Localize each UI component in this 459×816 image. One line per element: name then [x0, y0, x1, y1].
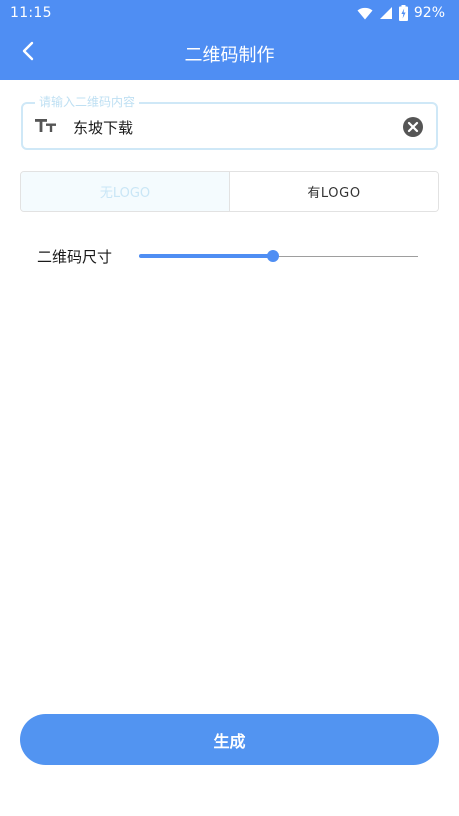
status-bar: 11:15 92%: [0, 0, 459, 26]
qr-maker-screen: 11:15 92% 二维码制作 请输入二维码内容 东坡下载 无LOGO 有LOG…: [0, 0, 459, 816]
slider-thumb[interactable]: [266, 250, 279, 262]
bottom-edge: [0, 812, 459, 816]
status-icons: 92%: [357, 4, 445, 22]
generate-button[interactable]: 生成: [20, 714, 439, 765]
status-time: 11:15: [10, 5, 52, 21]
app-bar: 二维码制作: [0, 26, 459, 80]
no-logo-option[interactable]: 无LOGO: [21, 172, 230, 211]
qr-size-label: 二维码尺寸: [37, 248, 113, 266]
clear-circle-icon[interactable]: [402, 116, 424, 138]
header: 11:15 92% 二维码制作: [0, 0, 459, 80]
battery-percent: 92%: [413, 5, 445, 21]
with-logo-option[interactable]: 有LOGO: [230, 172, 438, 211]
wifi-icon: [357, 7, 373, 20]
qr-size-slider[interactable]: [139, 246, 418, 266]
qr-content-label: 请输入二维码内容: [35, 95, 140, 109]
page-title: 二维码制作: [184, 45, 275, 66]
signal-icon: [379, 6, 393, 20]
logo-toggle: 无LOGO 有LOGO: [20, 171, 439, 212]
qr-content-field: 请输入二维码内容: [21, 95, 438, 150]
qr-content-input[interactable]: [73, 114, 393, 140]
slider-fill: [139, 254, 273, 258]
text-format-icon: [35, 116, 59, 136]
battery-charging-icon: [398, 5, 408, 21]
